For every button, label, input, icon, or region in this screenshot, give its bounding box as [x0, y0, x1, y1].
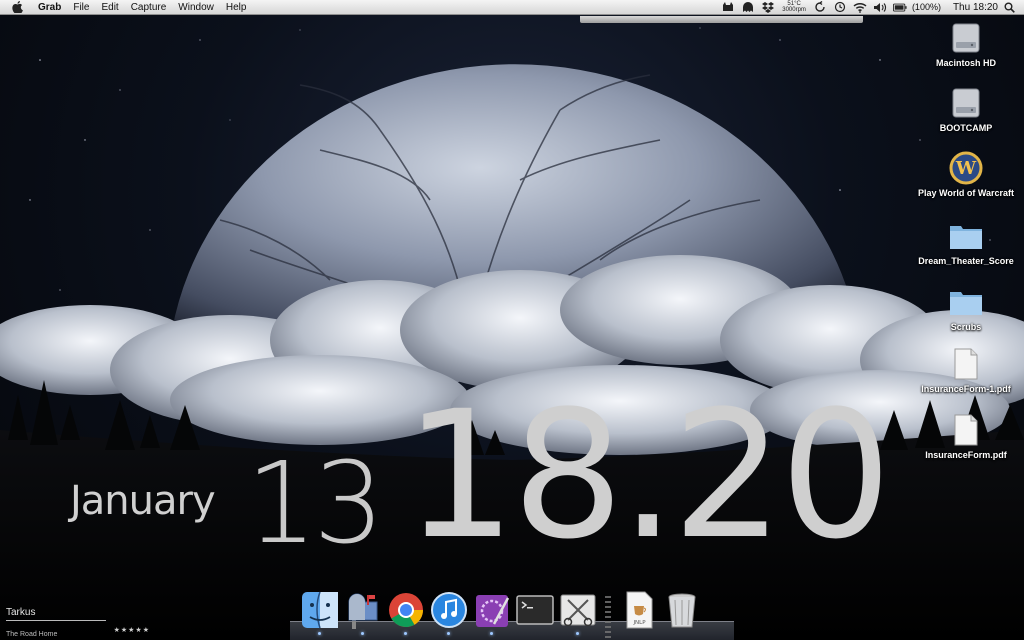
desktop-icon-label: BOOTCAMP: [939, 123, 993, 133]
apple-menu-icon[interactable]: [12, 1, 24, 13]
sync-icon[interactable]: [813, 1, 827, 13]
menu-help[interactable]: Help: [220, 0, 253, 15]
status-menus: 51°C 3000rpm (100%) Thu 18:20: [718, 0, 1024, 15]
cat-icon[interactable]: [721, 1, 735, 13]
running-indicator: [318, 632, 321, 635]
menu-window[interactable]: Window: [172, 0, 220, 15]
wifi-icon[interactable]: [853, 1, 867, 13]
hard-drive-icon: [948, 20, 984, 56]
mail-icon: [348, 593, 377, 629]
app-menu-grab[interactable]: Grab: [36, 0, 67, 15]
now-playing-widget: Tarkus The Road Home ★★★★★: [6, 607, 152, 640]
hard-drive-icon: [948, 85, 984, 121]
dock-item-mail[interactable]: [342, 590, 384, 640]
grab-icon: [560, 594, 595, 627]
desktop-icon-macintosh-hd[interactable]: Macintosh HD: [916, 20, 1016, 69]
progress-strip: [580, 16, 863, 23]
dock-item-finder[interactable]: [299, 590, 341, 640]
temperature-readout[interactable]: 51°C 3000rpm: [782, 1, 806, 13]
fan-speed-value: 3000rpm: [782, 7, 806, 13]
menu-edit[interactable]: Edit: [95, 0, 124, 15]
volume-icon[interactable]: [873, 1, 887, 13]
ghost-icon[interactable]: [741, 1, 755, 13]
desktop-icon-play-world-of-warcraft[interactable]: W Play World of Warcraft: [916, 150, 1016, 199]
battery-percentage[interactable]: (100%): [912, 2, 941, 12]
running-indicator: [576, 632, 579, 635]
dock-item-trash[interactable]: [661, 590, 703, 640]
dock: JNLP: [290, 586, 734, 640]
pdf-document-icon: [948, 346, 984, 382]
itunes-icon: [430, 592, 467, 628]
dock-separator: [605, 596, 611, 640]
chrome-icon: [388, 593, 423, 627]
clock-widget-month: January: [70, 478, 216, 524]
menu-capture[interactable]: Capture: [125, 0, 173, 15]
desktop-icon-label: Play World of Warcraft: [917, 188, 1015, 198]
dock-item-pages[interactable]: [471, 590, 513, 640]
desktop-icon-bootcamp[interactable]: BOOTCAMP: [916, 85, 1016, 134]
pdf-document-icon: [948, 412, 984, 448]
pages-icon: [475, 595, 509, 627]
dock-item-jnlp-document[interactable]: JNLP: [618, 590, 660, 640]
desktop-icon-insuranceform-1-pdf[interactable]: InsuranceForm-1.pdf: [916, 346, 1016, 395]
spotlight-search-icon[interactable]: [1004, 2, 1018, 13]
desktop-icon-insuranceform-pdf[interactable]: InsuranceForm.pdf: [916, 412, 1016, 461]
dock-item-itunes[interactable]: [428, 590, 470, 640]
battery-icon[interactable]: [892, 1, 907, 13]
dropbox-icon[interactable]: [761, 1, 775, 13]
clock-widget-time: 18.20: [404, 373, 892, 578]
now-playing-progress: [6, 620, 106, 621]
menubar-clock[interactable]: Thu 18:20: [947, 2, 1004, 13]
desktop-icon-label: InsuranceForm.pdf: [925, 450, 1007, 460]
clock-widget-day: 13: [246, 439, 385, 569]
time-machine-icon[interactable]: [833, 1, 847, 13]
jnlp-label: JNLP: [632, 620, 646, 626]
folder-icon: [948, 218, 984, 254]
desktop-icon-label: Dream_Theater_Score: [918, 256, 1014, 266]
finder-icon: [301, 591, 338, 629]
running-indicator: [404, 632, 407, 635]
now-playing-rating[interactable]: ★★★★★: [114, 626, 150, 634]
dock-item-grab[interactable]: [557, 590, 599, 640]
dock-item-terminal[interactable]: [514, 590, 556, 640]
now-playing-song: The Road Home: [6, 631, 58, 638]
trash-icon: [668, 593, 695, 628]
folder-icon: [948, 284, 984, 320]
desktop-icon-scrubs[interactable]: Scrubs: [916, 284, 1016, 333]
jnlp-document-icon: JNLP: [626, 591, 652, 629]
menu-bar: Grab File Edit Capture Window Help 51°C …: [0, 0, 1024, 15]
running-indicator: [490, 632, 493, 635]
running-indicator: [361, 632, 364, 635]
running-indicator: [447, 632, 450, 635]
desktop-icon-label: Macintosh HD: [935, 58, 996, 68]
terminal-icon: [515, 595, 554, 625]
desktop-icon-dream-theater-score[interactable]: Dream_Theater_Score: [916, 218, 1016, 267]
svg-text:W: W: [955, 158, 977, 179]
menu-file[interactable]: File: [67, 0, 95, 15]
desktop-icon-label: Scrubs: [950, 322, 982, 332]
warcraft-icon: W: [948, 150, 984, 186]
dock-item-chrome[interactable]: [385, 590, 427, 640]
now-playing-artist: Tarkus: [6, 607, 36, 618]
desktop-icon-label: InsuranceForm-1.pdf: [921, 384, 1011, 394]
